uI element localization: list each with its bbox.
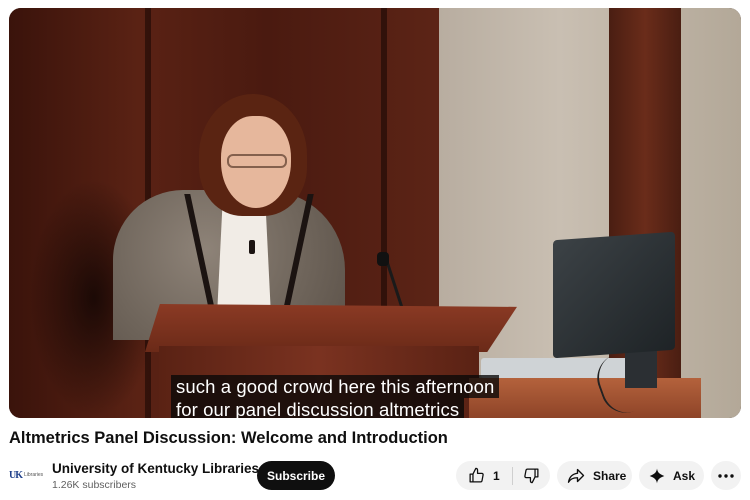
ask-label: Ask	[673, 468, 696, 483]
closed-captions: such a good crowd here this afternoon fo…	[171, 375, 500, 418]
caption-line: such a good crowd here this afternoon	[171, 375, 500, 398]
share-arrow-icon	[567, 467, 585, 484]
stone-wall	[439, 8, 741, 418]
share-button[interactable]: Share	[557, 461, 632, 490]
speaker-necklace	[249, 240, 255, 254]
video-frame	[9, 8, 741, 418]
dislike-button[interactable]	[513, 461, 550, 490]
more-actions-button[interactable]	[711, 461, 741, 490]
uk-logo-subtext: Libraries	[24, 472, 44, 478]
speaker-glasses	[227, 154, 287, 168]
channel-name[interactable]: University of Kentucky Libraries	[52, 461, 259, 476]
like-dislike-group: 1	[456, 461, 550, 490]
like-count: 1	[493, 468, 500, 483]
ask-button[interactable]: Ask	[639, 461, 704, 490]
caption-line: for our panel discussion altmetrics	[171, 398, 465, 418]
desk	[469, 378, 701, 418]
share-label: Share	[593, 468, 627, 483]
video-title: Altmetrics Panel Discussion: Welcome and…	[9, 429, 448, 447]
sparkle-icon	[649, 468, 665, 484]
subscriber-count: 1.26K subscribers	[52, 479, 137, 491]
like-button[interactable]: 1	[456, 461, 500, 490]
podium-top	[145, 304, 517, 352]
thumbs-down-icon	[523, 467, 540, 484]
video-player[interactable]: such a good crowd here this afternoon fo…	[9, 8, 741, 418]
subscribe-button[interactable]: Subscribe	[257, 461, 335, 490]
microphone	[377, 252, 389, 266]
channel-avatar[interactable]: UK Libraries	[9, 464, 43, 486]
uk-logo: UK	[9, 469, 23, 481]
computer-monitor	[553, 231, 675, 359]
more-horizontal-icon	[718, 473, 734, 478]
thumbs-up-icon	[468, 467, 485, 484]
